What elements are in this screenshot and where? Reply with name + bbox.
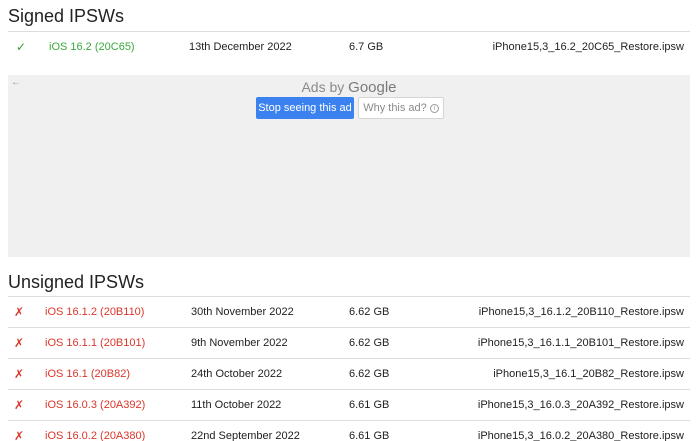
unsigned-cross-icon: ✗: [14, 367, 25, 381]
version-link[interactable]: iOS 16.1.1 (20B101): [45, 328, 145, 358]
google-wordmark: Google: [348, 79, 397, 96]
ipsw-filename[interactable]: iPhone15,3_16.1_20B82_Restore.ipsw: [493, 359, 684, 389]
signed-ipsws-heading: Signed IPSWs: [8, 6, 125, 26]
why-this-ad-label: Why this ad?: [363, 102, 427, 114]
ipsw-filename[interactable]: iPhone15,3_16.1.1_20B101_Restore.ipsw: [478, 328, 684, 358]
table-row[interactable]: ✗ iOS 16.1.2 (20B110) 30th November 2022…: [8, 296, 690, 326]
file-size: 6.7 GB: [349, 41, 384, 53]
file-size: 6.62 GB: [349, 306, 390, 318]
signed-check-icon: ✓: [16, 40, 27, 54]
release-date: 13th December 2022: [189, 41, 292, 53]
ipsw-filename[interactable]: iPhone15,3_16.0.2_20A380_Restore.ipsw: [478, 421, 684, 441]
version-link[interactable]: iOS 16.0.2 (20A380): [45, 421, 145, 441]
table-row[interactable]: ✗ iOS 16.1.1 (20B101) 9th November 2022 …: [8, 327, 690, 357]
release-date: 9th November 2022: [191, 337, 288, 349]
ads-by-text: Ads by: [301, 79, 345, 95]
info-icon: i: [429, 103, 439, 113]
version-link[interactable]: iOS 16.1.2 (20B110): [45, 297, 144, 327]
release-date: 24th October 2022: [191, 368, 283, 380]
unsigned-ipsws-heading: Unsigned IPSWs: [8, 272, 145, 292]
unsigned-cross-icon: ✗: [14, 305, 25, 319]
file-size: 6.62 GB: [349, 368, 390, 380]
file-size: 6.61 GB: [349, 399, 390, 411]
unsigned-cross-icon: ✗: [14, 398, 25, 412]
ipsw-filename[interactable]: iPhone15,3_16.2_20C65_Restore.ipsw: [493, 32, 684, 62]
unsigned-cross-icon: ✗: [14, 336, 25, 350]
release-date: 11th October 2022: [191, 399, 282, 411]
table-row[interactable]: ✗ iOS 16.0.2 (20A380) 22nd September 202…: [8, 420, 690, 441]
why-this-ad-button[interactable]: Why this ad? i: [358, 97, 444, 119]
google-ad-box: ← Ads by Google Stop seeing this ad Why …: [8, 75, 690, 257]
ads-by-google-label: Ads by Google: [8, 79, 690, 96]
version-link[interactable]: iOS 16.2 (20C65): [49, 32, 135, 62]
table-row[interactable]: ✗ iOS 16.0.3 (20A392) 11th October 2022 …: [8, 389, 690, 419]
ipsw-page: Signed IPSWs ✓ iOS 16.2 (20C65) 13th Dec…: [0, 0, 700, 441]
release-date: 22nd September 2022: [191, 430, 300, 441]
file-size: 6.61 GB: [349, 430, 390, 441]
version-link[interactable]: iOS 16.0.3 (20A392): [45, 390, 145, 420]
ipsw-filename[interactable]: iPhone15,3_16.0.3_20A392_Restore.ipsw: [478, 390, 684, 420]
table-row[interactable]: ✓ iOS 16.2 (20C65) 13th December 2022 6.…: [8, 31, 690, 61]
file-size: 6.62 GB: [349, 337, 390, 349]
version-link[interactable]: iOS 16.1 (20B82): [45, 359, 130, 389]
ipsw-filename[interactable]: iPhone15,3_16.1.2_20B110_Restore.ipsw: [479, 297, 684, 327]
release-date: 30th November 2022: [191, 306, 294, 318]
table-row[interactable]: ✗ iOS 16.1 (20B82) 24th October 2022 6.6…: [8, 358, 690, 388]
stop-seeing-ad-button[interactable]: Stop seeing this ad: [256, 97, 354, 119]
unsigned-cross-icon: ✗: [14, 429, 25, 441]
